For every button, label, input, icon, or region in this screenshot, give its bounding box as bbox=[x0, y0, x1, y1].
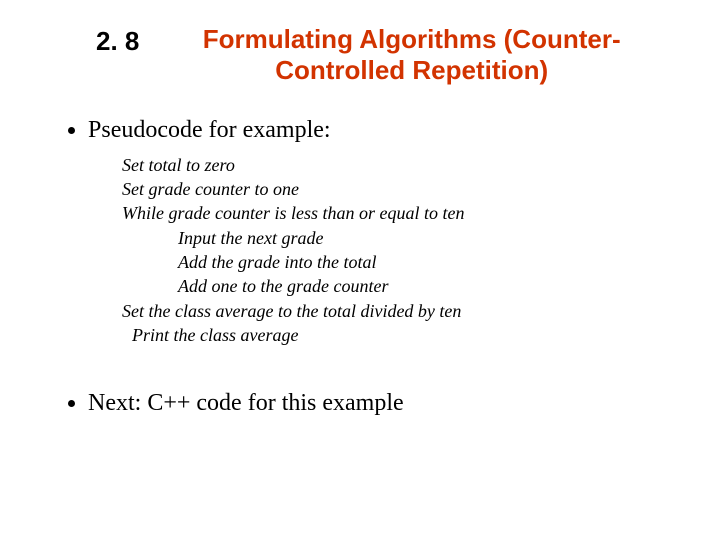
section-title: Formulating Algorithms (Counter- Control… bbox=[163, 24, 660, 86]
title-line-1: Formulating Algorithms (Counter- bbox=[203, 24, 621, 54]
pseudo-line-2: Set grade counter to one bbox=[122, 177, 660, 201]
pseudo-line-3: While grade counter is less than or equa… bbox=[122, 201, 660, 225]
title-row: 2. 8 Formulating Algorithms (Counter- Co… bbox=[96, 24, 660, 86]
slide: 2. 8 Formulating Algorithms (Counter- Co… bbox=[0, 0, 720, 540]
pseudo-line-1: Set total to zero bbox=[122, 153, 660, 177]
bullet-list-2: Next: C++ code for this example bbox=[60, 387, 660, 419]
bullet-pseudocode: Pseudocode for example: bbox=[88, 114, 660, 146]
spacer bbox=[60, 365, 660, 387]
pseudo-line-8: Print the class average bbox=[122, 323, 660, 347]
title-line-2: Controlled Repetition) bbox=[275, 55, 548, 85]
bullet-next: Next: C++ code for this example bbox=[88, 387, 660, 419]
bullet-list: Pseudocode for example: bbox=[60, 114, 660, 146]
pseudo-line-6: Add one to the grade counter bbox=[122, 274, 660, 298]
pseudocode-block: Set total to zero Set grade counter to o… bbox=[122, 153, 660, 347]
bullet-next-text: Next: C++ code for this example bbox=[88, 390, 404, 416]
section-number: 2. 8 bbox=[96, 24, 139, 57]
pseudo-line-4: Input the next grade bbox=[122, 226, 660, 250]
pseudo-line-7: Set the class average to the total divid… bbox=[122, 299, 660, 323]
pseudo-line-5: Add the grade into the total bbox=[122, 250, 660, 274]
bullet-pseudocode-text: Pseudocode for example: bbox=[88, 117, 331, 143]
